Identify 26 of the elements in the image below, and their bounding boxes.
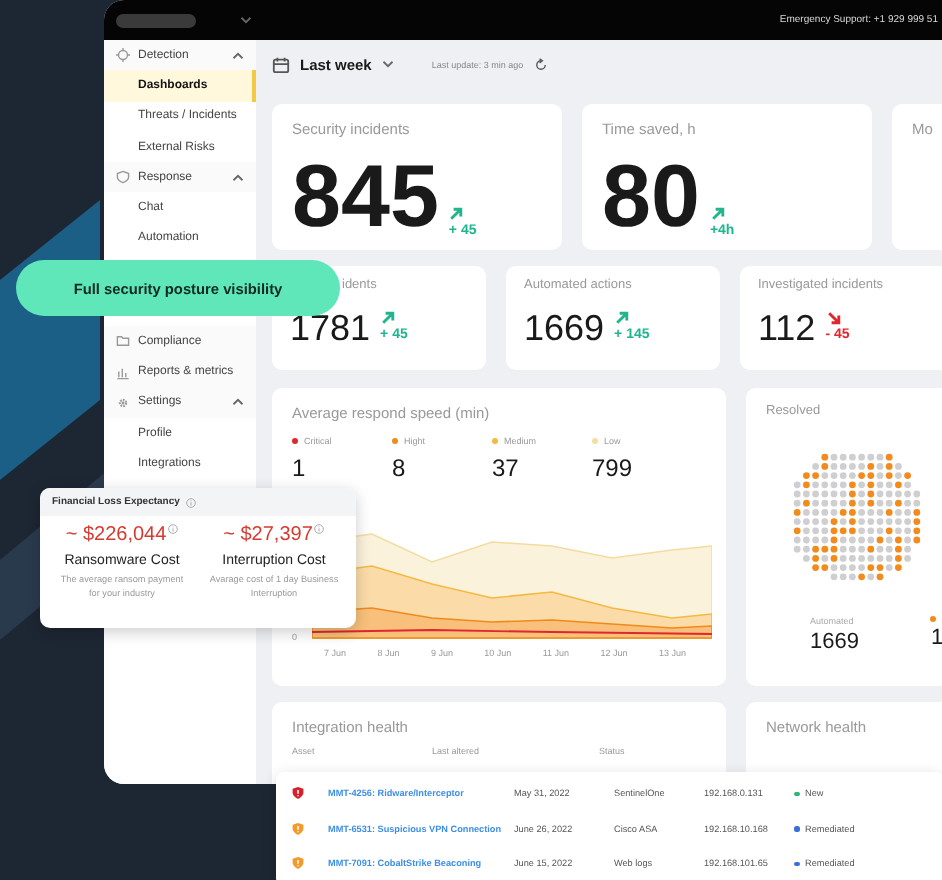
cost-amount: ~ $27,397 (223, 524, 313, 546)
info-icon[interactable] (314, 524, 325, 534)
chevron-icon (381, 60, 394, 68)
legend-value: 37 (492, 454, 521, 482)
folder-icon (116, 334, 130, 349)
logo-placeholder[interactable] (116, 13, 196, 27)
legend-value: 1669 (810, 630, 859, 654)
calendar-icon (272, 55, 290, 73)
legend-value: 1 (930, 626, 942, 650)
info-icon[interactable] (168, 524, 179, 534)
target-icon (116, 48, 130, 63)
settings-icon (116, 395, 130, 410)
cost-amount: ~ $226,044 (65, 524, 167, 546)
refresh-icon[interactable] (533, 57, 548, 71)
legend-value: 1 (292, 454, 308, 482)
info-icon[interactable] (185, 497, 196, 507)
stat-value: 112 (758, 310, 816, 346)
stat-value: 80 (602, 154, 700, 242)
legend-value: 799 (592, 454, 635, 482)
stat-value: 1669 (524, 310, 605, 346)
stat-value: 845 (292, 154, 439, 242)
stat-value: 1781 (290, 310, 371, 346)
bar-chart-icon (116, 365, 130, 380)
shield-icon (116, 170, 130, 185)
chevron-icon (240, 16, 252, 24)
legend-value: 8 (392, 454, 408, 482)
